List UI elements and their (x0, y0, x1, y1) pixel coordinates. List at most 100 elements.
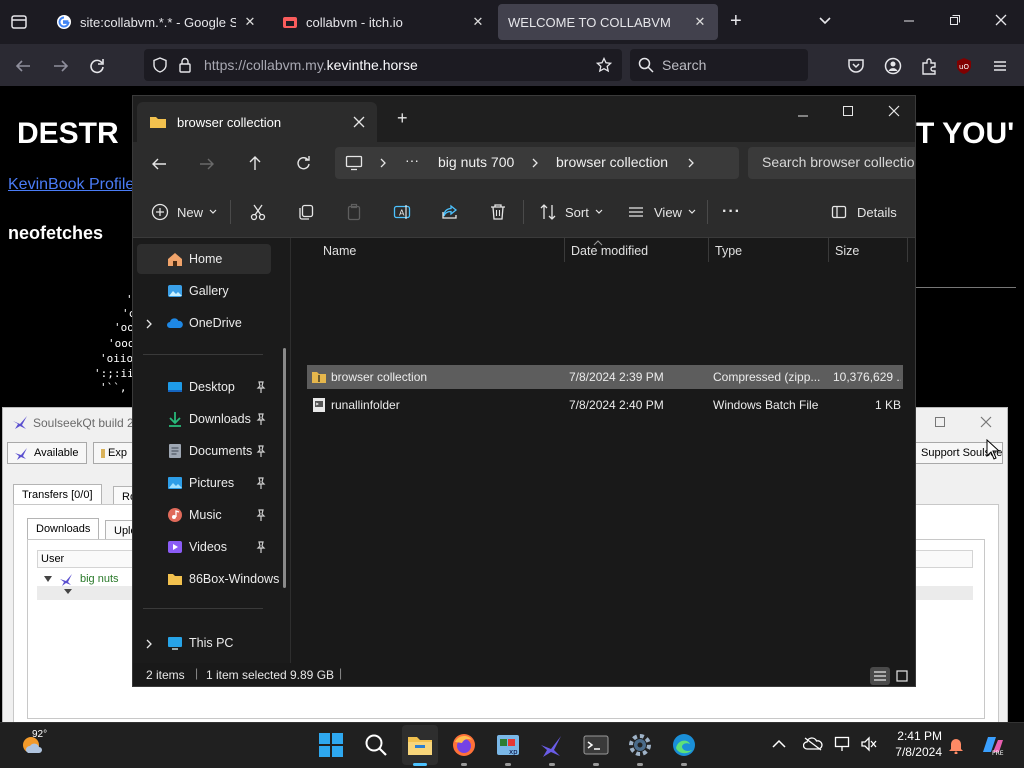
column-header-name[interactable]: Name (323, 244, 356, 258)
volume-tray[interactable] (860, 736, 878, 752)
pin-icon[interactable] (255, 381, 267, 393)
copilot-button[interactable]: PRE (980, 734, 1006, 756)
pin-icon[interactable] (255, 445, 267, 457)
lock-icon[interactable] (178, 57, 192, 73)
close-tab-icon[interactable] (353, 116, 365, 128)
breadcrumb-item[interactable]: big nuts 700 (438, 154, 514, 170)
bookmark-star-icon[interactable] (596, 57, 612, 73)
start-button[interactable] (318, 732, 344, 758)
refresh-icon[interactable] (295, 155, 311, 171)
close-tab-icon[interactable]: ✕ (242, 14, 258, 30)
maximize-icon[interactable] (842, 105, 854, 117)
tab-google-search[interactable]: site:collabvm.*.* - Google Search ✕ (46, 4, 268, 40)
pin-icon[interactable] (255, 413, 267, 425)
available-button[interactable]: Available (7, 442, 87, 464)
back-icon[interactable] (14, 57, 32, 75)
chevron-right-icon[interactable] (145, 319, 153, 329)
close-tab-icon[interactable]: ✕ (470, 14, 486, 30)
new-tab-button[interactable]: + (730, 10, 742, 33)
cut-button[interactable] (249, 186, 267, 238)
weather-widget[interactable]: 92° (20, 729, 47, 757)
shield-icon[interactable] (152, 57, 168, 73)
nav-item-home[interactable]: Home (137, 244, 271, 274)
column-divider[interactable] (708, 238, 709, 262)
more-options-button[interactable]: ··· (722, 186, 741, 238)
show-hidden-icons[interactable] (772, 739, 786, 749)
tab-downloads[interactable]: Downloads (27, 518, 100, 539)
file-row[interactable]: runallinfolder 7/8/2024 2:40 PM Windows … (307, 393, 903, 417)
column-header-type[interactable]: Type (715, 244, 742, 258)
kevinbook-profile-link[interactable]: KevinBook Profile (8, 176, 134, 194)
column-divider[interactable] (907, 238, 908, 262)
taskbar-edge[interactable] (671, 732, 697, 758)
nav-item-music[interactable]: Music (137, 500, 271, 530)
expand-button[interactable]: Exp (93, 442, 133, 464)
new-tab-button[interactable]: + (397, 108, 408, 129)
rename-button[interactable]: A (393, 186, 411, 238)
taskbar-soulseek[interactable] (539, 732, 565, 758)
nav-item-downloads[interactable]: Downloads (137, 404, 271, 434)
restore-icon[interactable] (949, 14, 961, 26)
nav-item-86box-windows[interactable]: 86Box-Windows (137, 564, 279, 594)
file-row[interactable]: browser collection 7/8/2024 2:39 PM Comp… (307, 365, 903, 389)
close-window-icon[interactable] (888, 105, 900, 117)
view-button[interactable]: View (627, 186, 696, 238)
taskbar-settings[interactable] (627, 732, 653, 758)
explorer-tab[interactable]: browser collection (137, 102, 377, 142)
pin-icon[interactable] (255, 509, 267, 521)
up-icon[interactable] (247, 155, 263, 171)
forward-icon[interactable] (52, 57, 70, 75)
nav-item-documents[interactable]: Documents (137, 436, 271, 466)
maximize-icon[interactable] (934, 416, 946, 428)
nav-item-videos[interactable]: Videos (137, 532, 271, 562)
taskbar-terminal[interactable] (583, 732, 609, 758)
minimize-icon[interactable] (797, 110, 809, 122)
new-button[interactable]: New (151, 186, 217, 238)
extensions-icon[interactable] (920, 57, 938, 75)
account-icon[interactable] (884, 57, 902, 75)
network-tray[interactable] (834, 736, 852, 752)
onedrive-tray[interactable] (803, 737, 823, 751)
copy-button[interactable] (297, 186, 315, 238)
web-search-input[interactable]: Search (630, 49, 808, 81)
close-tab-icon[interactable]: ✕ (692, 14, 708, 30)
tab-transfers[interactable]: Transfers [0/0] (13, 484, 102, 505)
breadcrumb[interactable]: ··· big nuts 700 browser collection (335, 147, 739, 179)
overflow-dots[interactable]: ··· (405, 152, 419, 168)
back-icon[interactable] (151, 156, 167, 172)
column-divider[interactable] (564, 238, 565, 262)
nav-item-gallery[interactable]: Gallery (137, 276, 271, 306)
expand-triangle-icon[interactable] (43, 575, 53, 583)
reload-icon[interactable] (88, 57, 106, 75)
close-icon[interactable] (980, 416, 992, 428)
nav-item-onedrive[interactable]: OneDrive (137, 308, 271, 338)
breadcrumb-item[interactable]: browser collection (556, 154, 668, 170)
forward-icon[interactable] (199, 156, 215, 172)
explorer-search-input[interactable]: Search browser collection (748, 147, 915, 179)
tiles-view-toggle[interactable] (893, 667, 911, 685)
taskbar-xp-app[interactable]: xp (495, 732, 521, 758)
tab-itch-io[interactable]: collabvm - itch.io ✕ (272, 4, 496, 40)
taskbar-firefox[interactable] (451, 732, 477, 758)
notifications-button[interactable] (948, 736, 964, 754)
ublock-icon[interactable]: uO (955, 57, 973, 75)
column-header-size[interactable]: Size (835, 244, 859, 258)
taskbar-search-button[interactable] (363, 732, 389, 758)
close-window-icon[interactable] (995, 14, 1007, 26)
nav-item-this-pc[interactable]: This PC (137, 628, 271, 658)
tab-list-icon[interactable] (10, 13, 28, 31)
column-header-date[interactable]: Date modified (571, 244, 648, 258)
delete-button[interactable] (489, 186, 507, 238)
nav-item-desktop[interactable]: Desktop (137, 372, 271, 402)
share-button[interactable] (441, 186, 459, 238)
nav-scrollbar[interactable] (283, 348, 286, 588)
details-view-toggle[interactable] (870, 667, 890, 685)
minimize-icon[interactable] (903, 14, 915, 26)
details-button[interactable]: Details (831, 186, 897, 238)
user-row-big-nuts[interactable]: big nuts (43, 572, 119, 586)
tab-collabvm[interactable]: WELCOME TO COLLABVM ✕ (498, 4, 718, 40)
clock[interactable]: 2:41 PM 7/8/2024 (890, 728, 942, 760)
sort-button[interactable]: Sort (539, 186, 603, 238)
menu-icon[interactable] (991, 57, 1009, 75)
column-divider[interactable] (828, 238, 829, 262)
